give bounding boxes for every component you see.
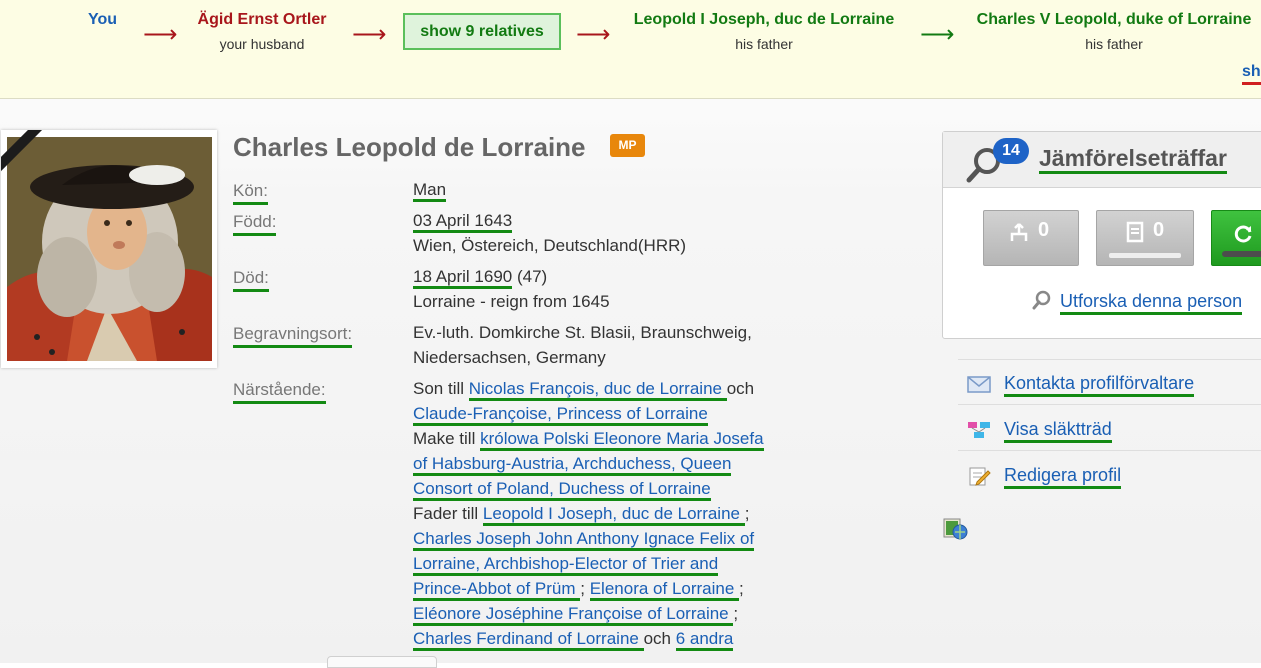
parents-line: Son till Nicolas François, duc de Lorrai… — [413, 376, 793, 401]
profile-name: Charles Leopold de Lorraine — [233, 132, 586, 162]
path-father-1[interactable]: Leopold I Joseph, duc de Lorraine his fa… — [620, 10, 908, 54]
child-link[interactable]: Lorraine, Archbishop-Elector of Trier an… — [413, 554, 719, 576]
relationship-path-bar: You ⟶ Ägid Ernst Ortler your husband ⟶ s… — [0, 0, 1261, 99]
record-match-count: 0 — [1153, 219, 1165, 241]
record-progress — [1109, 253, 1181, 258]
parent-link[interactable]: Claude-Françoise, Princess of Lorraine — [413, 404, 708, 426]
bottom-tab[interactable] — [327, 656, 437, 668]
arrow-icon: ⟶ — [920, 21, 955, 48]
arrow-icon: ⟶ — [143, 21, 178, 48]
path-father-2-name[interactable]: Charles V Leopold, duke of Lorraine — [968, 10, 1260, 30]
children-line-3: Lorraine, Archbishop-Elector of Trier an… — [413, 551, 793, 576]
view-tree-link[interactable]: Visa släktträd — [1004, 418, 1112, 443]
path-father-2[interactable]: Charles V Leopold, duke of Lorraine his … — [968, 10, 1260, 54]
family-tree-icon — [1010, 223, 1028, 241]
path-you[interactable]: You — [88, 10, 117, 30]
tree-matches-button[interactable]: 0 — [983, 210, 1079, 266]
gender-text: Man — [413, 180, 447, 202]
husband-of-text: Make till — [413, 429, 481, 448]
envelope-icon — [967, 376, 991, 393]
child-link[interactable]: Prince-Abbot of Prüm — [413, 579, 581, 601]
parent-link[interactable]: Nicolas François, duc de Lorraine — [468, 379, 727, 401]
burial-place-line2: Niedersachsen, Germany — [413, 348, 606, 367]
died-age: (47) — [512, 267, 548, 286]
path-father-1-relation: his father — [735, 36, 793, 52]
spouse-link[interactable]: of Habsburg-Austria, Archduchess, Queen — [413, 454, 732, 476]
record-matches-button[interactable]: 0 — [1096, 210, 1194, 266]
relatives-label: Närstående: — [233, 380, 326, 404]
separator: ; — [739, 579, 744, 598]
child-link[interactable]: Leopold I Joseph, duc de Lorraine — [482, 504, 745, 526]
child-link[interactable]: Elenora of Lorraine — [589, 579, 740, 601]
refresh-progress — [1222, 251, 1261, 257]
show-relatives-button[interactable]: show 9 relatives — [403, 13, 561, 50]
separator: ; — [580, 579, 585, 598]
children-line-4: Prince-Abbot of Prüm ; Elenora of Lorrai… — [413, 576, 793, 601]
edit-profile-link[interactable]: Redigera profil — [1004, 464, 1122, 489]
master-profile-badge[interactable]: MP — [610, 134, 645, 157]
born-date-text: 03 April 1643 — [413, 211, 513, 233]
children-line: Fader till Leopold I Joseph, duc de Lorr… — [413, 501, 793, 526]
separator: ; — [744, 504, 750, 523]
world-book-icon[interactable] — [942, 516, 970, 540]
edit-icon — [969, 467, 991, 486]
died-label: Död: — [233, 268, 269, 292]
match-count-badge: 14 — [993, 138, 1029, 164]
gender-value: Man — [413, 177, 447, 202]
path-husband[interactable]: Ägid Ernst Ortler your husband — [183, 10, 341, 54]
explore-person-link[interactable]: Utforska denna person — [1060, 290, 1243, 315]
path-father-2-relation: his father — [1085, 36, 1143, 52]
parents-line-2: Claude-Françoise, Princess of Lorraine — [413, 401, 793, 426]
child-link[interactable]: Eléonore Joséphine Françoise of Lorraine — [413, 604, 734, 626]
spouse-link[interactable]: królowa Polski Eleonore Maria Josefa — [480, 429, 764, 451]
spouse-line-3: Consort of Poland, Duchess of Lorraine — [413, 476, 793, 501]
children-line-2: Charles Joseph John Anthony Ignace Felix… — [413, 526, 793, 551]
tree-view-icon — [968, 422, 990, 438]
child-link[interactable]: Charles Ferdinand of Lorraine — [413, 629, 644, 651]
gender-label: Kön: — [233, 181, 268, 205]
arrow-icon: ⟶ — [576, 21, 611, 48]
born-date: 03 April 1643 — [413, 208, 513, 233]
and-text: och — [726, 379, 755, 398]
explore-search-icon — [1032, 290, 1051, 310]
show-more-link[interactable]: sh — [1242, 63, 1261, 85]
child-link[interactable]: Charles Joseph John Anthony Ignace Felix… — [413, 529, 755, 551]
died-date-text: 18 April 1690 — [413, 267, 513, 289]
portrait-image — [7, 137, 212, 361]
relatives-list: Son till Nicolas François, duc de Lorrai… — [413, 376, 793, 651]
children-line-5: Eléonore Joséphine Françoise of Lorraine… — [413, 601, 793, 626]
divider — [958, 450, 1261, 451]
spouse-line: Make till królowa Polski Eleonore Maria … — [413, 426, 793, 451]
divider — [958, 359, 1261, 360]
refresh-icon — [1234, 225, 1252, 243]
document-icon — [1126, 221, 1144, 243]
died-date: 18 April 1690 (47) — [413, 264, 547, 289]
more-children-link[interactable]: 6 andra — [675, 629, 734, 651]
father-of-text: Fader till — [413, 504, 483, 523]
profile-photo[interactable] — [1, 130, 217, 368]
divider — [958, 404, 1261, 405]
burial-place-line1: Ev.-luth. Domkirche St. Blasii, Braunsch… — [413, 323, 752, 342]
matches-header[interactable]: 14 Jämförelseträffar — [943, 132, 1261, 188]
tree-match-count: 0 — [1038, 219, 1050, 241]
born-label: Född: — [233, 212, 277, 236]
spouse-line-2: of Habsburg-Austria, Archduchess, Queen — [413, 451, 793, 476]
separator: ; — [733, 604, 739, 623]
path-husband-relation: your husband — [219, 36, 305, 52]
spouse-link[interactable]: Consort of Poland, Duchess of Lorraine — [413, 479, 711, 501]
son-of-text: Son till — [413, 379, 469, 398]
refresh-matches-button[interactable] — [1211, 210, 1261, 266]
died-note: Lorraine - reign from 1645 — [413, 292, 610, 311]
and-text: och — [643, 629, 676, 648]
path-husband-name[interactable]: Ägid Ernst Ortler — [183, 10, 341, 30]
path-father-1-name[interactable]: Leopold I Joseph, duc de Lorraine — [620, 10, 908, 30]
arrow-icon: ⟶ — [352, 21, 387, 48]
matches-title[interactable]: Jämförelseträffar — [1039, 145, 1227, 174]
path-you-label[interactable]: You — [88, 10, 117, 30]
burial-label: Begravningsort: — [233, 324, 353, 348]
born-place: Wien, Östereich, Deutschland(HRR) — [413, 236, 687, 255]
contact-manager-link[interactable]: Kontakta profilförvaltare — [1004, 372, 1195, 397]
children-line-6: Charles Ferdinand of Lorraine och 6 andr… — [413, 626, 793, 651]
